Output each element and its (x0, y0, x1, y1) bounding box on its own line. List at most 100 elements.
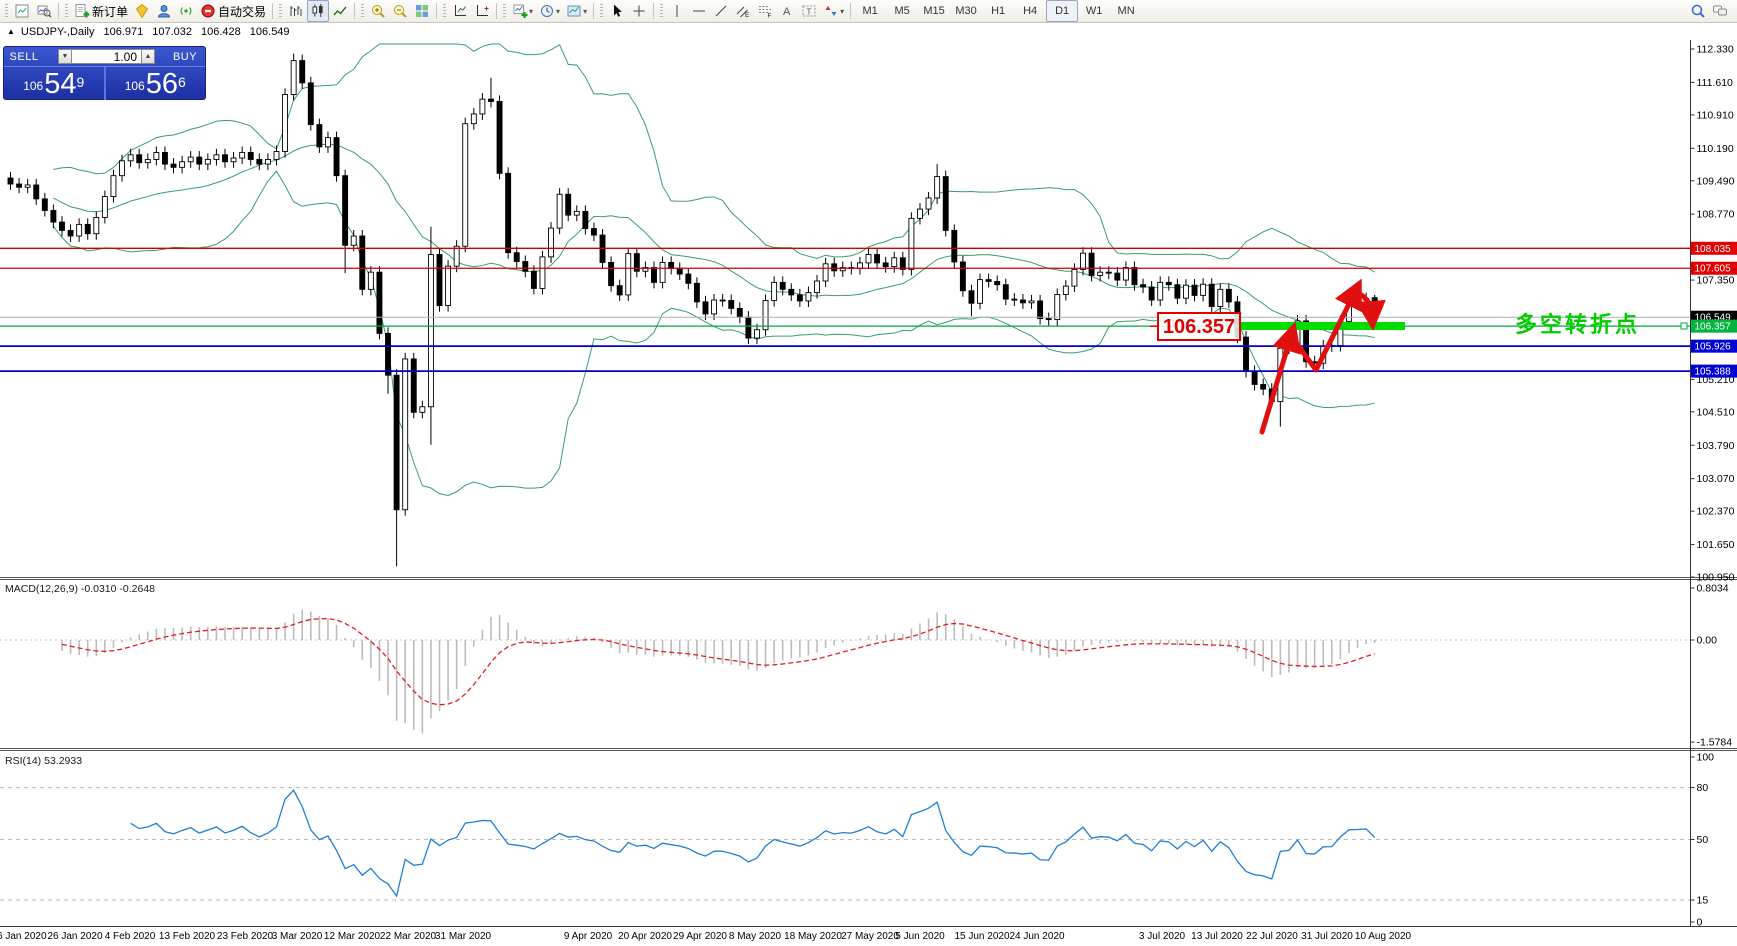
sell-price[interactable]: 106 54 9 (4, 67, 106, 100)
timeframe-m30-button[interactable]: M30 (950, 0, 982, 22)
candle-body (771, 281, 778, 301)
svg-text:8 May 2020: 8 May 2020 (729, 931, 782, 942)
candle-body (925, 197, 932, 210)
svg-text:24 Jun 2020: 24 Jun 2020 (1009, 931, 1064, 942)
add-indicator-dropdown-icon[interactable]: ▾ (529, 7, 533, 16)
periods-button[interactable]: ▾ (536, 0, 563, 22)
rsi-indicator (0, 787, 1691, 901)
candle-body (196, 156, 203, 165)
line-chart-icon (332, 3, 348, 19)
candle-body (1251, 371, 1258, 385)
bar-chart-icon (288, 3, 304, 19)
cursor-button[interactable] (606, 0, 628, 22)
new-order-button[interactable]: 新订单 (71, 0, 131, 22)
price-chart[interactable]: 106.357 多空转折点 112.330 111.610 110.910 110.190… (0, 40, 1737, 946)
text-button[interactable]: A (776, 0, 798, 22)
svg-text:80: 80 (1697, 782, 1709, 794)
text-label-button[interactable]: T (798, 0, 820, 22)
arrows-dropdown-icon[interactable]: ▾ (840, 7, 844, 16)
svg-text:104.510: 104.510 (1697, 406, 1735, 418)
cn-annotation[interactable]: 多空转折点 (1515, 312, 1640, 337)
support-bar[interactable] (1240, 322, 1405, 330)
volume-increase-button[interactable]: ▲ (141, 49, 155, 64)
candle-body (93, 216, 100, 235)
signals-button[interactable] (175, 0, 197, 22)
candle-body (1217, 288, 1224, 307)
toolbar-grip (503, 4, 507, 18)
candle-body (1131, 267, 1138, 286)
candle-body (479, 98, 486, 115)
candle-body (359, 235, 366, 290)
candle-body (136, 154, 143, 164)
volume-decrease-button[interactable]: ▼ (58, 49, 72, 64)
svg-text:-1.5784: -1.5784 (1697, 737, 1733, 749)
candle-body (676, 268, 683, 275)
market-icon (156, 3, 172, 19)
candle-body (59, 221, 65, 231)
trendline-button[interactable] (710, 0, 732, 22)
crosshair-button[interactable] (628, 0, 650, 22)
search-button[interactable] (1687, 0, 1709, 22)
timeframe-d1-button[interactable]: D1 (1046, 0, 1079, 22)
vertical-line-button[interactable] (666, 0, 688, 22)
candle-body (788, 288, 795, 296)
candle-body (814, 280, 820, 294)
candle-body (1088, 252, 1095, 276)
chart-shift-button[interactable] (471, 0, 493, 22)
toolbar-grip (443, 4, 447, 18)
svg-text:15: 15 (1697, 895, 1709, 907)
timeframe-m1-button[interactable]: M1 (854, 0, 886, 22)
new-chart-button[interactable] (11, 0, 33, 22)
candle-body (470, 113, 477, 125)
zoom-out-button[interactable] (389, 0, 411, 22)
svg-text:4 Feb 2020: 4 Feb 2020 (105, 931, 156, 942)
trendline-icon (713, 3, 729, 19)
add-indicator-button[interactable]: ▾ (509, 0, 536, 22)
profiles-button[interactable] (33, 0, 55, 22)
candle-body (668, 261, 675, 269)
community-button[interactable] (1709, 0, 1731, 22)
candle-body (427, 254, 434, 408)
collapse-trade-panel-icon[interactable]: ▲ (7, 27, 15, 36)
timeframe-mn-button[interactable]: MN (1110, 0, 1142, 22)
toolbar-separator (653, 3, 655, 19)
svg-text:18 May 2020: 18 May 2020 (784, 931, 842, 942)
timeframe-m5-button[interactable]: M5 (886, 0, 918, 22)
arrows-button[interactable]: ▾ (820, 0, 847, 22)
sell-button[interactable]: SELL (4, 51, 44, 63)
buy-price[interactable]: 106 56 6 (106, 67, 206, 100)
timeframe-h1-button[interactable]: H1 (982, 0, 1014, 22)
candle-body (1122, 267, 1129, 281)
candlestick-chart-button[interactable] (307, 0, 330, 22)
market-button[interactable] (153, 0, 175, 22)
svg-text:22 Jul 2020: 22 Jul 2020 (1246, 931, 1298, 942)
fibonacci-button[interactable]: F (754, 0, 776, 22)
svg-text:112.330: 112.330 (1697, 44, 1734, 56)
candle-body (127, 154, 134, 162)
autotrading-button[interactable]: 自动交易 (197, 0, 269, 22)
timeframe-w1-button[interactable]: W1 (1078, 0, 1110, 22)
candle-body (942, 176, 949, 231)
bar-chart-button[interactable] (285, 0, 307, 22)
candle-body (659, 261, 666, 283)
timeframe-m15-button[interactable]: M15 (918, 0, 950, 22)
buy-button[interactable]: BUY (165, 51, 205, 63)
line-chart-button[interactable] (329, 0, 351, 22)
toolbar-separator (850, 3, 852, 19)
templates-dropdown-icon[interactable]: ▾ (583, 7, 587, 16)
auto-arrange-button[interactable] (449, 0, 471, 22)
timeframe-h4-button[interactable]: H4 (1014, 0, 1046, 22)
candle-body (1191, 284, 1198, 296)
add-indicator-icon (512, 3, 528, 19)
tile-windows-button[interactable] (411, 0, 433, 22)
candle-body (402, 358, 409, 511)
candle-body (736, 307, 743, 318)
volume-input[interactable]: 1.00 (72, 49, 141, 64)
zoom-in-button[interactable] (367, 0, 389, 22)
equidistant-channel-button[interactable]: E (732, 0, 754, 22)
templates-button[interactable]: ▾ (563, 0, 590, 22)
hline-handle[interactable] (1680, 322, 1688, 330)
periods-dropdown-icon[interactable]: ▾ (556, 7, 560, 16)
horizontal-line-button[interactable] (688, 0, 710, 22)
metaeditor-button[interactable] (131, 0, 153, 22)
